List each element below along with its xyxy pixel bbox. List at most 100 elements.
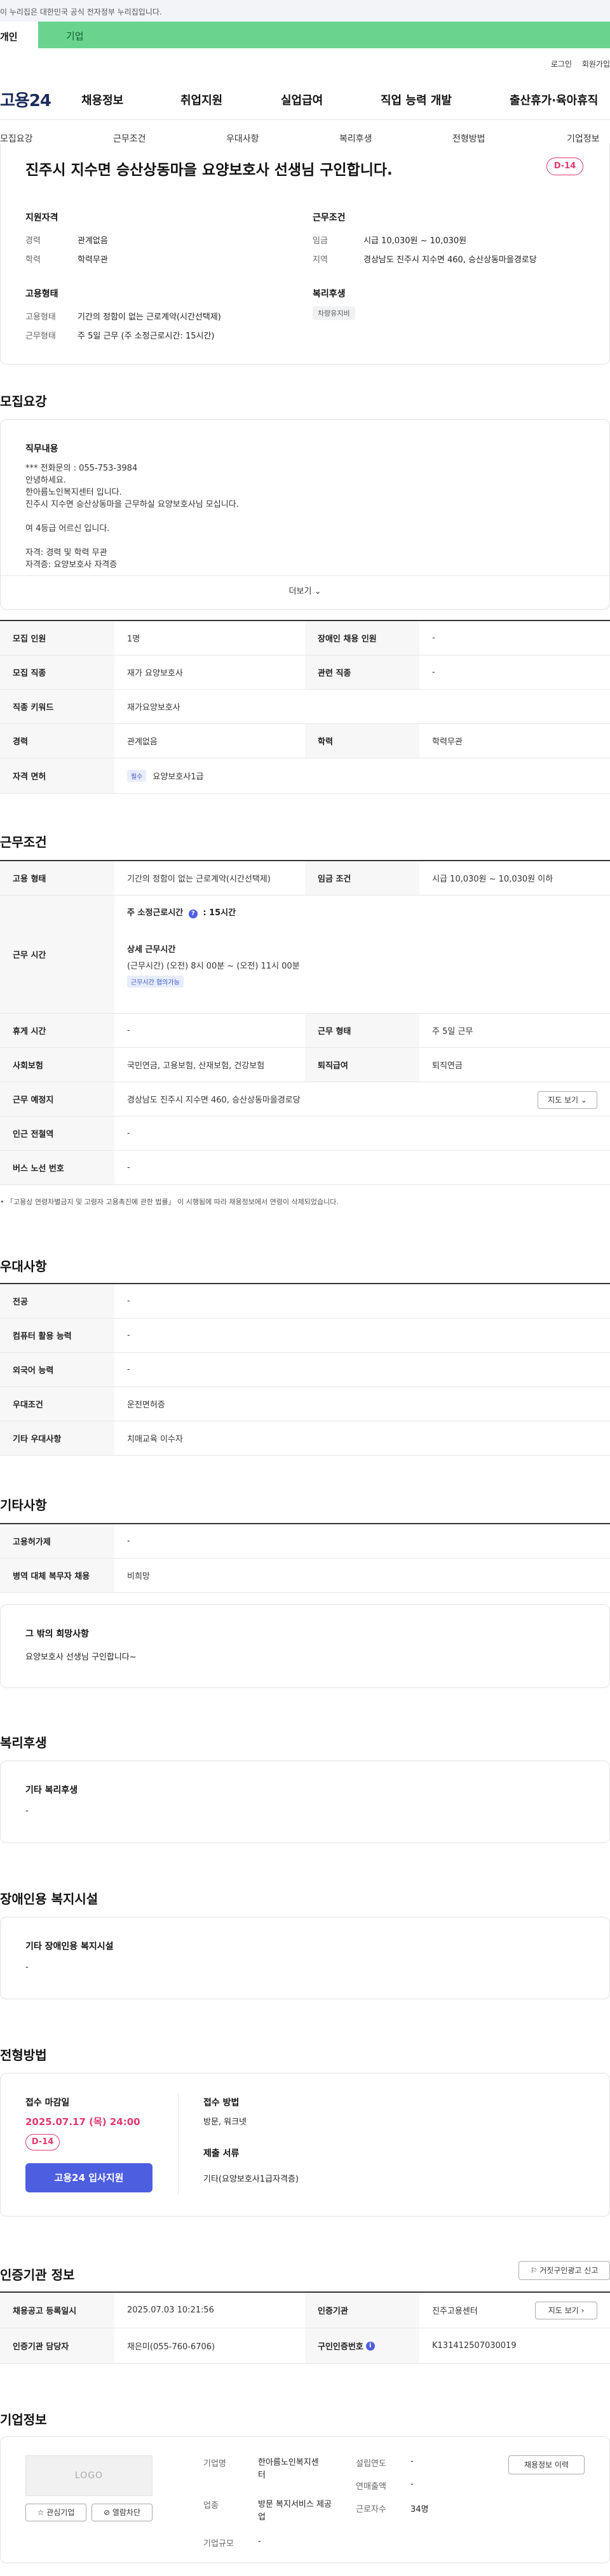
td-emp-type: 기간의 정함이 없는 근로계약(시간선택제) [127, 875, 271, 884]
table-row: 자격 면허 필수 요양보호사1급 [0, 758, 610, 794]
workplace-map-button[interactable]: 지도 보기 ⌄ [538, 1091, 597, 1109]
chevron-down-icon: ⌄ [314, 587, 322, 596]
age-discrimination-note: • 「고용상 연령차별금지 및 고령자 고용촉진에 관한 법률」 이 시행됨에 … [0, 1197, 339, 1207]
th-related-occupation: 관련 직종 [305, 655, 419, 689]
td-break: - [127, 1026, 130, 1035]
th-pref-etc: 기타 우대사항 [0, 1421, 114, 1455]
benefit-title: 기타 복리후생 [25, 1785, 78, 1795]
th-headcount: 모집 인원 [0, 621, 114, 655]
duty-line: 자격증: 요양보호사 자격증 [25, 560, 118, 570]
th-education: 학력 [305, 724, 419, 758]
duty-line [25, 535, 585, 547]
star-icon: ☆ [37, 2508, 47, 2517]
td-headcount: 1명 [127, 634, 140, 644]
docs-label: 제출 서류 [203, 2149, 240, 2159]
method-value: 방문, 워크넷 [203, 2117, 247, 2127]
agency-map-label: 지도 보기 [548, 2306, 579, 2315]
table-row: 근무 예정지 경상남도 진주시 지수면 460, 승산상동마을경로당 [0, 1082, 610, 1117]
tab-work-conditions[interactable]: 근무조건 [113, 132, 146, 145]
detail-hours-title: 상세 근무시간 [127, 945, 176, 955]
table-row: 우대조건 운전면허증 [0, 1387, 610, 1421]
table-row: 휴게 시간 - 근무 형태 주 5일 근무 [0, 1014, 610, 1048]
th-emp-type: 고용 형태 [0, 861, 114, 895]
table-row: 기타 우대사항 치매교육 이수자 [0, 1421, 610, 1456]
tab-selection[interactable]: 전형방법 [452, 132, 485, 145]
chevron-right-icon: › [581, 2306, 585, 2315]
disability-title: 기타 장애인용 복지시설 [25, 1942, 114, 1952]
user-type-toggle: 개인 기업 [0, 22, 610, 48]
license-value: 요양보호사1급 [152, 772, 204, 782]
th-break: 휴게 시간 [0, 1014, 114, 1047]
th-wage: 임금 조건 [305, 861, 419, 895]
util-links: 로그인 회원가입 [543, 58, 610, 69]
tab-company[interactable]: 기업정보 [567, 132, 600, 145]
gnb-item-parental-leave[interactable]: 출산휴가·육아휴직 [510, 91, 598, 108]
duty-line: *** 전화문의 : 055-753-3984 [25, 464, 138, 473]
more-divider [1, 575, 609, 576]
weekly-hours-label: 주 소정근로시간 [127, 908, 184, 918]
map-button-label: 지도 보기 [548, 1096, 579, 1104]
tab-preferences[interactable]: 우대사항 [226, 132, 259, 145]
tab-benefits[interactable]: 복리후생 [339, 132, 372, 145]
th-work-form: 근무 형태 [305, 1014, 419, 1047]
gnb-item-job-skills[interactable]: 직업 능력 개발 [381, 91, 452, 108]
gnb-item-job-info[interactable]: 채용정보 [81, 91, 123, 108]
th-disabled-headcount: 장애인 채용 인원 [305, 621, 419, 655]
more-label: 더보기 [288, 587, 312, 596]
job-history-button[interactable]: 채용정보 이력 [508, 2455, 585, 2474]
emp-heading: 고용형태 [25, 289, 58, 299]
td-cert-no: K131412507030019 [432, 2341, 517, 2351]
company-sales-value: - [410, 2479, 414, 2489]
info-icon[interactable]: ? [188, 909, 198, 918]
duty-line: 진주시 지수면 승산상동마을 근무하실 요양보호사님 모십니다. [25, 500, 239, 509]
login-link[interactable]: 로그인 [551, 60, 572, 69]
td-pref-condition: 운전면허증 [127, 1400, 165, 1410]
user-type-company-tab[interactable]: 기업 [38, 22, 610, 48]
report-fake-ad-button[interactable]: ⚐ 거짓구인광고 신고 [518, 2261, 610, 2280]
global-nav: 고용24 채용정보 취업지원 실업급여 직업 능력 개발 출산휴가·육아휴직 [0, 83, 610, 113]
table-row: 채용공고 등록일시 2025.07.03 10:21:56 인증기관 진주고용센… [0, 2293, 610, 2328]
td-agency-manager: 채은미(055-760-6706) [127, 2342, 215, 2352]
signup-link[interactable]: 회원가입 [582, 60, 610, 69]
site-logo[interactable]: 고용24 [0, 88, 51, 111]
info-icon[interactable]: i [365, 2341, 375, 2351]
td-pref-etc: 치매교육 이수자 [127, 1435, 183, 1444]
fav-company-button[interactable]: ☆ 관심기업 [25, 2504, 86, 2521]
detail-hours-value: (근무시간) (오전) 8시 00분 ~ (오전) 11시 00분 [127, 962, 300, 971]
hours-negotiable: 근무시간 협의가능 [127, 976, 184, 988]
user-type-person-tab[interactable]: 개인 [0, 22, 38, 48]
deadline-value: 2025.07.17 (목) 24:00 [25, 2116, 140, 2128]
td-wage: 시급 10,030원 ~ 10,030원 이하 [432, 875, 553, 884]
weekly-hours-value: 15시간 [209, 908, 236, 918]
more-button[interactable]: 더보기 ⌄ [280, 584, 330, 596]
tab-recruit[interactable]: 모집요강 [0, 132, 33, 145]
th-insurance: 사회보험 [0, 1048, 114, 1082]
gnb-item-unemployment-benefit[interactable]: 실업급여 [281, 91, 323, 108]
table-row: 모집 인원 1명 장애인 채용 인원 - [0, 621, 610, 655]
gnb-item-employment-support[interactable]: 취업지원 [180, 91, 222, 108]
etc-heading: 기타사항 [0, 1498, 47, 1513]
agency-map-button[interactable]: 지도 보기 › [535, 2302, 597, 2319]
th-subway: 인근 전철역 [0, 1117, 114, 1150]
weekly-hours-sep: : [203, 908, 207, 918]
recruit-heading: 모집요강 [0, 394, 47, 409]
cond-region-value: 경상남도 진주시 지수면 460, 승산상동마을경로당 [363, 255, 537, 265]
td-education: 학력무관 [432, 737, 463, 747]
th-license: 자격 면허 [0, 758, 114, 793]
table-row: 경력 관계없음 학력 학력무관 [0, 724, 610, 758]
th-major: 전공 [0, 1284, 114, 1318]
block-view-button[interactable]: ⊘ 열람차단 [92, 2504, 152, 2521]
th-computer: 컴퓨터 활용 능력 [0, 1318, 114, 1352]
company-name-value: 한아름노인복지센터 [258, 2458, 319, 2480]
welfare-tag: 차량유지비 [313, 306, 355, 320]
th-bus: 버스 노선 번호 [0, 1151, 114, 1184]
company-industry-label: 업종 [203, 2501, 219, 2511]
disability-text: - [25, 1962, 29, 1972]
table-row: 인근 전철역 - [0, 1117, 610, 1151]
block-icon: ⊘ [103, 2508, 112, 2517]
apply-button[interactable]: 고용24 입사지원 [25, 2163, 152, 2192]
cond-heading: 근무조건 [313, 213, 346, 223]
cond-region-label: 지역 [313, 255, 328, 265]
method-label: 접수 방법 [203, 2098, 240, 2108]
emp-type-value: 기간의 정함이 없는 근로계약(시간선택제) [78, 312, 221, 322]
